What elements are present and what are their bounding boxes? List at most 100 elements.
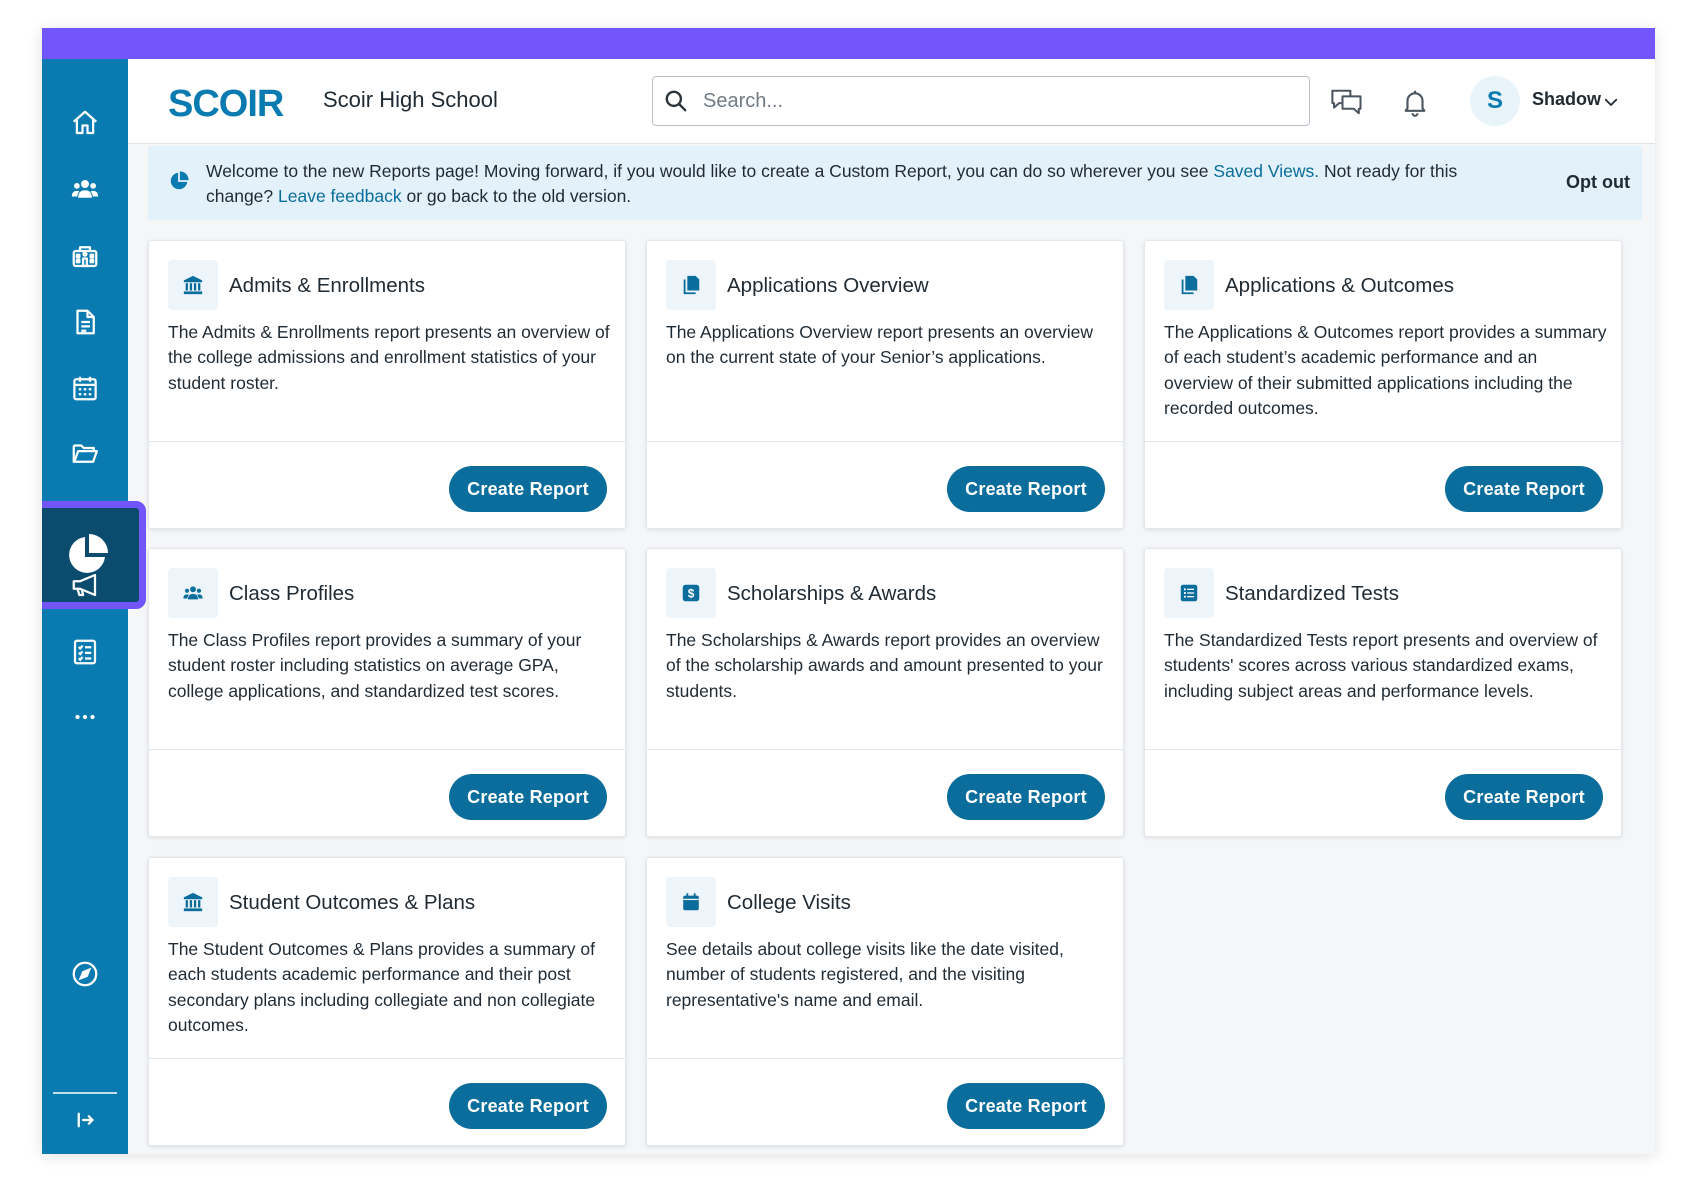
card-description: The Applications Overview report present… (666, 322, 1094, 368)
create-report-button[interactable]: Create Report (1445, 466, 1603, 512)
school-icon (72, 246, 98, 268)
card-icon-box (168, 568, 218, 618)
report-card-class-profiles: Class Profiles The Class Profiles report… (148, 548, 626, 837)
report-card-applications-outcomes: Applications & Outcomes The Applications… (1144, 240, 1622, 529)
card-description: The Admits & Enrollments report presents… (168, 322, 610, 393)
banner-text-1: Welcome to the new Reports page! Moving … (206, 161, 1214, 181)
dollar-icon: $ (682, 584, 700, 602)
notifications-button[interactable] (1396, 83, 1434, 121)
calendar-icon (73, 376, 97, 401)
opt-out-button[interactable]: Opt out (1566, 172, 1630, 193)
card-icon-box (666, 877, 716, 927)
messages-button[interactable] (1328, 83, 1366, 121)
search-icon (665, 90, 687, 112)
card-divider (149, 749, 625, 750)
top-accent-bar (42, 28, 1655, 59)
leave-feedback-link[interactable]: Leave feedback (278, 186, 402, 206)
sidebar-item-calendar[interactable] (42, 360, 128, 416)
card-icon-box (1164, 260, 1214, 310)
sidebar-item-announcements[interactable] (42, 557, 128, 613)
card-divider (149, 441, 625, 442)
sidebar-item-students[interactable] (42, 161, 128, 217)
card-divider (647, 441, 1123, 442)
card-title: College Visits (727, 891, 851, 914)
saved-views-link[interactable]: Saved Views. (1213, 161, 1319, 181)
people-icon (71, 180, 99, 198)
user-name[interactable]: Shadow (1532, 89, 1601, 110)
bell-icon (1404, 90, 1426, 117)
user-avatar[interactable]: S (1470, 76, 1520, 126)
create-report-button[interactable]: Create Report (947, 1083, 1105, 1129)
scoir-logo: SCOIR (168, 83, 285, 123)
people-icon (183, 586, 203, 600)
create-report-button[interactable]: Create Report (947, 466, 1105, 512)
card-description: The Student Outcomes & Plans provides a … (168, 939, 596, 1035)
card-title: Standardized Tests (1225, 582, 1399, 605)
sidebar (42, 59, 146, 1154)
card-divider (647, 749, 1123, 750)
card-description: The Standardized Tests report presents a… (1164, 630, 1598, 701)
reports-announcement-banner: Welcome to the new Reports page! Moving … (148, 146, 1642, 220)
megaphone-icon (72, 573, 97, 597)
create-report-button[interactable]: Create Report (947, 774, 1105, 820)
pie-chart-icon (170, 171, 189, 190)
create-report-button[interactable]: Create Report (449, 1083, 607, 1129)
folder-icon (72, 444, 98, 463)
card-title: Applications & Outcomes (1225, 274, 1455, 297)
create-report-button[interactable]: Create Report (449, 466, 607, 512)
report-card-scholarships-awards: $ Scholarships & Awards The Scholarships… (646, 548, 1124, 837)
document-icon (76, 309, 95, 335)
card-title: Student Outcomes & Plans (229, 891, 476, 914)
copy-icon (683, 275, 700, 295)
sidebar-item-explore[interactable] (42, 946, 128, 1002)
card-icon-box (666, 260, 716, 310)
report-card-student-outcomes-plans: Student Outcomes & Plans The Student Out… (148, 857, 626, 1146)
card-description: The Class Profiles report provides a sum… (168, 630, 582, 701)
sidebar-item-files[interactable] (42, 425, 128, 481)
sidebar-item-more[interactable] (42, 689, 128, 745)
card-description: The Scholarships & Awards report provide… (666, 630, 1103, 701)
sidebar-item-home[interactable] (42, 95, 128, 151)
card-divider (1145, 749, 1621, 750)
school-name: Scoir High School (323, 87, 498, 112)
card-divider (149, 1058, 625, 1059)
report-card-admits-enrollments: Admits & Enrollments The Admits & Enroll… (148, 240, 626, 529)
create-report-button[interactable]: Create Report (449, 774, 607, 820)
collapse-sidebar-icon (77, 1112, 94, 1128)
report-card-applications-overview: Applications Overview The Applications O… (646, 240, 1124, 529)
card-icon-box: $ (666, 568, 716, 618)
home-icon (73, 110, 97, 135)
app-window: SCOIR Scoir High School S Shadow Welcome… (42, 28, 1655, 1154)
list-icon (1180, 584, 1198, 602)
create-report-button[interactable]: Create Report (1445, 774, 1603, 820)
card-title: Admits & Enrollments (229, 274, 425, 297)
report-card-college-visits: College Visits See details about college… (646, 857, 1124, 1146)
report-card-standardized-tests: Standardized Tests The Standardized Test… (1144, 548, 1622, 837)
sidebar-item-documents[interactable] (42, 294, 128, 350)
card-description: The Applications & Outcomes report provi… (1164, 322, 1607, 418)
card-title: Applications Overview (727, 274, 929, 297)
calendar-icon (683, 893, 699, 911)
sidebar-item-tasks[interactable] (42, 624, 128, 680)
sidebar-collapse-button[interactable] (42, 1092, 128, 1148)
card-icon-box (168, 877, 218, 927)
checklist-icon (73, 639, 97, 665)
search-input[interactable] (703, 89, 1263, 113)
banner-text-3: or go back to the old version. (401, 186, 632, 206)
chevron-down-icon[interactable] (1602, 93, 1620, 111)
banner-message: Welcome to the new Reports page! Moving … (206, 159, 1496, 209)
card-icon-box (1164, 568, 1214, 618)
card-icon-box (168, 260, 218, 310)
svg-text:SCOIR: SCOIR (168, 83, 284, 123)
card-divider (647, 1058, 1123, 1059)
search-box[interactable] (652, 76, 1310, 126)
compass-icon (72, 961, 98, 987)
sidebar-item-schools[interactable] (42, 228, 128, 284)
top-header: SCOIR Scoir High School S Shadow (128, 59, 1655, 144)
card-description: See details about college visits like th… (666, 939, 1064, 1010)
copy-icon (1181, 275, 1198, 295)
card-title: Scholarships & Awards (727, 582, 937, 605)
chat-icon (1331, 89, 1362, 115)
bank-icon (183, 275, 203, 295)
more-icon (75, 714, 95, 720)
